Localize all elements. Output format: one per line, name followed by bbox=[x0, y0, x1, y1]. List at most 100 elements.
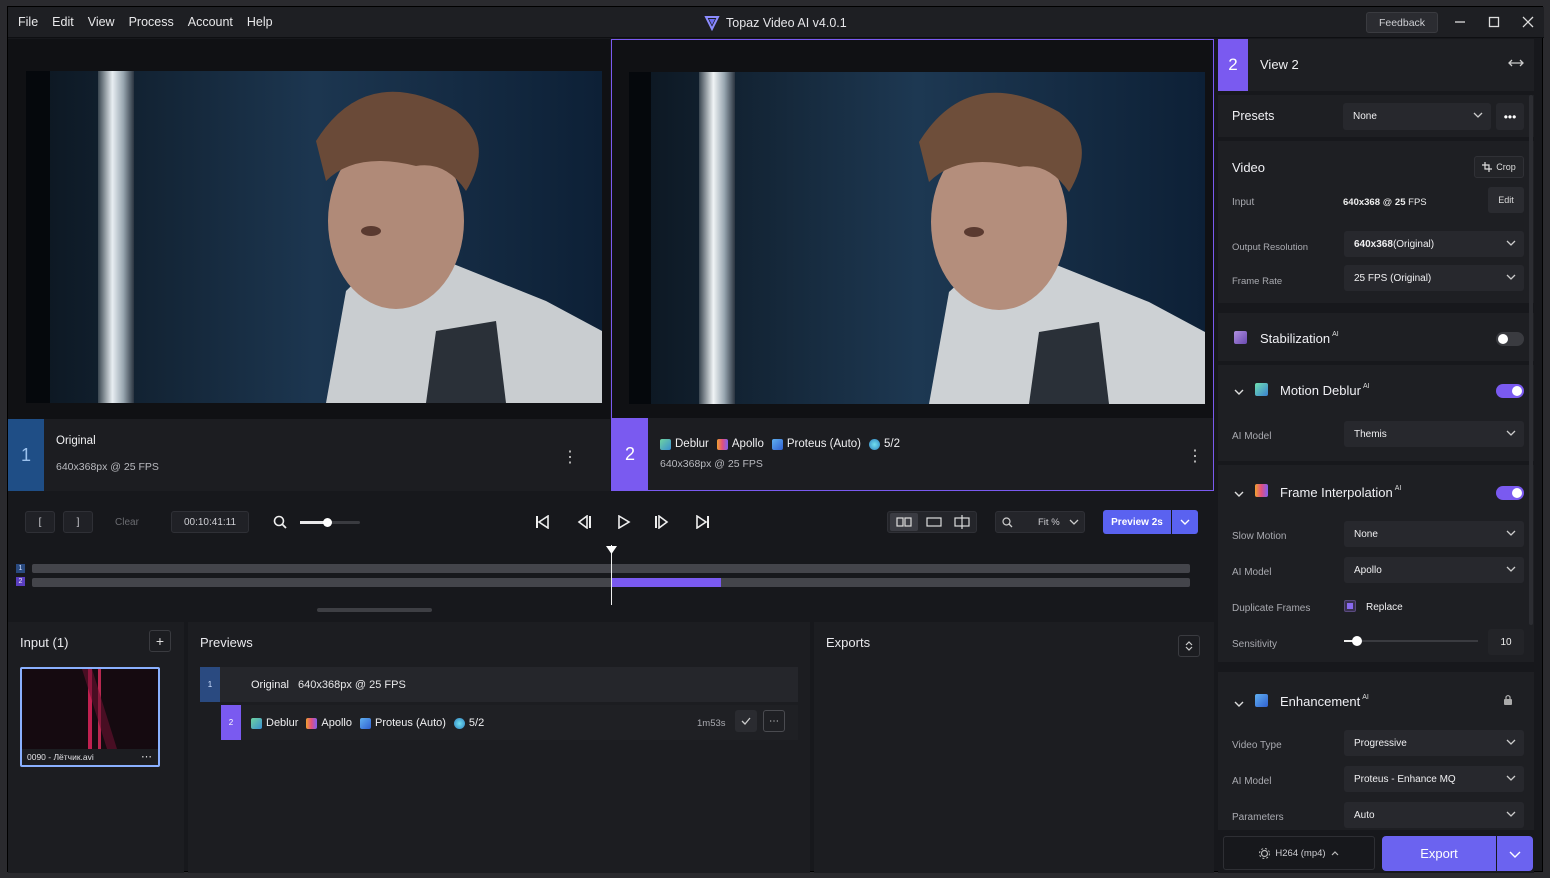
collapse-chevron-icon[interactable] bbox=[1234, 487, 1244, 501]
playhead[interactable] bbox=[606, 545, 617, 605]
search-icon[interactable] bbox=[268, 511, 292, 533]
menu-process[interactable]: Process bbox=[129, 15, 174, 29]
collapse-chevron-icon[interactable] bbox=[1234, 697, 1244, 711]
slow-motion-value: None bbox=[1354, 528, 1378, 540]
preview-row-number: 2 bbox=[221, 705, 241, 740]
preview-options-dropdown[interactable] bbox=[1172, 510, 1198, 534]
stabilization-section: Stabilization AI bbox=[1218, 313, 1534, 361]
frame-interpolation-toggle[interactable] bbox=[1496, 486, 1524, 500]
clear-button[interactable]: Clear bbox=[101, 511, 153, 533]
play-icon[interactable] bbox=[617, 514, 631, 532]
mark-out-button[interactable]: ] bbox=[63, 511, 93, 533]
more-options-icon[interactable]: ⋯ bbox=[763, 710, 785, 732]
zoom-slider[interactable] bbox=[300, 518, 360, 527]
close-icon[interactable] bbox=[1514, 11, 1542, 33]
output-resolution-value: 640x368 bbox=[1354, 238, 1393, 250]
edit-input-button[interactable]: Edit bbox=[1488, 187, 1524, 213]
menu-edit[interactable]: Edit bbox=[52, 15, 74, 29]
menu-account[interactable]: Account bbox=[188, 15, 233, 29]
video-type-dropdown[interactable]: Progressive bbox=[1344, 730, 1524, 756]
crop-button[interactable]: Crop bbox=[1474, 156, 1524, 178]
replace-label: Replace bbox=[1366, 602, 1403, 613]
menu-view[interactable]: View bbox=[88, 15, 115, 29]
mark-in-button[interactable]: [ bbox=[25, 511, 55, 533]
preview-row[interactable]: 2 Deblur Apollo Proteus (Auto) 5/2 1m53s… bbox=[221, 705, 798, 740]
export-format-button[interactable]: H264 (mp4) bbox=[1223, 836, 1375, 870]
presets-dropdown[interactable]: None bbox=[1343, 103, 1491, 130]
check-icon[interactable] bbox=[735, 710, 757, 732]
menu-bar: File Edit View Process Account Help bbox=[18, 15, 287, 29]
preview-row[interactable]: 1 Original 640x368px @ 25 FPS bbox=[200, 667, 798, 702]
lock-icon[interactable] bbox=[1503, 694, 1513, 709]
sort-icon[interactable] bbox=[1178, 635, 1200, 657]
export-button[interactable]: Export bbox=[1382, 836, 1496, 871]
frame-rate-dropdown[interactable]: 25 FPS (Original) bbox=[1344, 265, 1524, 291]
viewer-original[interactable]: 1 Original 640x368px @ 25 FPS ⋮ bbox=[8, 39, 610, 491]
slow-motion-dropdown[interactable]: None bbox=[1344, 521, 1524, 547]
motion-deblur-toggle[interactable] bbox=[1496, 384, 1524, 398]
expand-panel-icon[interactable] bbox=[1508, 57, 1524, 72]
zoom-slider-knob[interactable] bbox=[323, 518, 332, 527]
video-frame-enhanced[interactable] bbox=[629, 72, 1205, 404]
frame-rate-label: Frame Rate bbox=[1232, 276, 1283, 287]
timecode-field[interactable]: 00:10:41:11 bbox=[171, 511, 249, 533]
tag-deblur: Deblur bbox=[660, 438, 709, 450]
enhance-model-dropdown[interactable]: Proteus - Enhance MQ bbox=[1344, 766, 1524, 792]
skip-end-icon[interactable] bbox=[696, 514, 710, 532]
chevron-down-icon bbox=[1473, 112, 1483, 118]
menu-help[interactable]: Help bbox=[247, 15, 273, 29]
step-forward-icon[interactable] bbox=[655, 514, 669, 532]
maximize-icon[interactable] bbox=[1480, 11, 1508, 33]
chevron-down-icon bbox=[1509, 851, 1521, 858]
previews-panel: Previews 1 Original 640x368px @ 25 FPS 2… bbox=[188, 622, 810, 873]
zoom-fit-dropdown[interactable]: Fit % bbox=[995, 511, 1085, 533]
view-number-badge: 1 bbox=[8, 419, 44, 491]
more-options-icon[interactable]: ⋯ bbox=[141, 751, 152, 763]
skip-start-icon[interactable] bbox=[535, 514, 549, 532]
input-panel-title: Input (1) bbox=[20, 635, 69, 650]
stabilization-toggle[interactable] bbox=[1496, 332, 1524, 346]
input-file-card[interactable]: 0090 - Лётчик.avi ⋯ bbox=[20, 667, 160, 767]
timeline-scrollbar[interactable] bbox=[317, 608, 432, 612]
crop-icon bbox=[1482, 162, 1493, 172]
single-view-icon[interactable] bbox=[920, 513, 948, 531]
interp-model-label: AI Model bbox=[1232, 567, 1272, 578]
sensitivity-slider-knob[interactable] bbox=[1352, 636, 1363, 646]
export-options-dropdown[interactable] bbox=[1497, 836, 1533, 871]
apollo-icon bbox=[306, 717, 318, 729]
menu-file[interactable]: File bbox=[18, 15, 38, 29]
stabilization-title: Stabilization AI bbox=[1260, 331, 1339, 346]
add-input-button[interactable]: + bbox=[149, 630, 171, 652]
feedback-button[interactable]: Feedback bbox=[1366, 12, 1438, 33]
deblur-model-value: Themis bbox=[1354, 428, 1387, 440]
collapse-chevron-icon[interactable] bbox=[1234, 385, 1244, 399]
input-panel: Input (1) + 0090 - Лётчик.avi ⋯ bbox=[8, 622, 184, 873]
output-resolution-dropdown[interactable]: 640x368 (Original) bbox=[1344, 231, 1524, 257]
interp-model-dropdown[interactable]: Apollo bbox=[1344, 557, 1524, 583]
sensitivity-slider[interactable] bbox=[1344, 636, 1478, 646]
enhancement-icon bbox=[1255, 694, 1268, 708]
step-back-icon[interactable] bbox=[577, 514, 591, 532]
presets-section: Presets None ••• bbox=[1218, 95, 1534, 137]
deblur-model-label: AI Model bbox=[1232, 431, 1272, 442]
side-by-side-icon[interactable] bbox=[890, 513, 918, 531]
proteus-icon bbox=[771, 438, 783, 450]
split-view-icon[interactable] bbox=[948, 513, 976, 531]
sidebar-scrollbar[interactable] bbox=[1529, 95, 1533, 625]
deblur-model-dropdown[interactable]: Themis bbox=[1344, 421, 1524, 447]
preview-button[interactable]: Preview 2s bbox=[1103, 510, 1171, 534]
presets-more-icon[interactable]: ••• bbox=[1496, 103, 1524, 130]
viewer-view2[interactable]: 2 Deblur Apollo Proteus (Auto) 5/2 640x3… bbox=[611, 39, 1214, 491]
parameters-dropdown[interactable]: Auto bbox=[1344, 802, 1524, 828]
video-frame-original[interactable] bbox=[26, 71, 602, 403]
app-title: Topaz Video AI v4.0.1 bbox=[704, 15, 847, 31]
more-options-icon[interactable]: ⋮ bbox=[1187, 446, 1203, 466]
sensitivity-value-field[interactable]: 10 bbox=[1488, 629, 1524, 655]
replace-checkbox[interactable] bbox=[1344, 600, 1356, 612]
tag-proteus: Proteus (Auto) bbox=[359, 717, 446, 729]
minimize-icon[interactable] bbox=[1446, 11, 1474, 33]
sensitivity-label: Sensitivity bbox=[1232, 639, 1278, 650]
more-options-icon[interactable]: ⋮ bbox=[562, 447, 578, 467]
duplicate-frames-label: Duplicate Frames bbox=[1232, 603, 1311, 614]
presets-value: None bbox=[1353, 111, 1377, 122]
